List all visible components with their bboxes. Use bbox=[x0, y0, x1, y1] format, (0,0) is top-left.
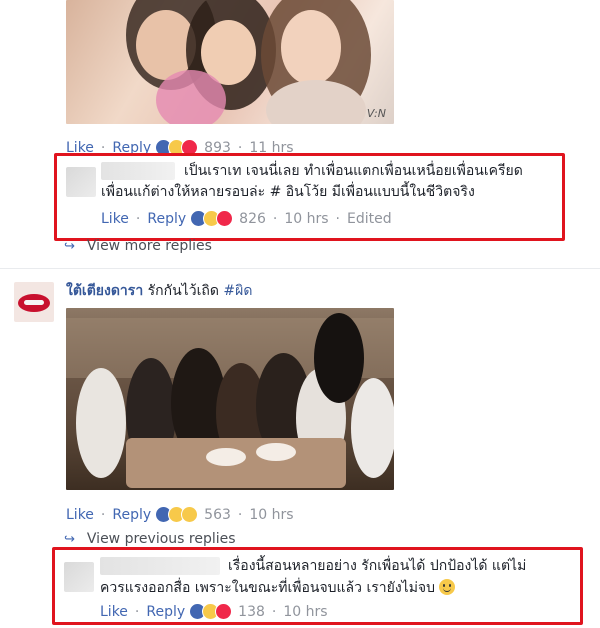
view-previous-replies[interactable]: ↪ View previous replies bbox=[64, 531, 236, 547]
photo-plate bbox=[256, 443, 296, 461]
user-avatar[interactable] bbox=[14, 282, 54, 322]
divider bbox=[0, 268, 600, 269]
reply-arrow-icon: ↪ bbox=[64, 238, 75, 254]
reply-link[interactable]: Reply bbox=[112, 507, 151, 523]
reactions[interactable] bbox=[155, 506, 199, 523]
photo-person bbox=[76, 368, 126, 478]
like-link[interactable]: Like bbox=[66, 507, 94, 523]
separator: · bbox=[100, 506, 106, 523]
post-photo-2[interactable] bbox=[66, 308, 394, 490]
teeth-icon bbox=[24, 300, 44, 305]
photo-person bbox=[314, 313, 364, 403]
user-name[interactable]: ใต้เตียงดารา bbox=[66, 283, 143, 299]
post2-header: ใต้เตียงดารา รักกันไว้เถิด #ผิด bbox=[66, 281, 252, 301]
post2-text: รักกันไว้เถิด bbox=[147, 283, 219, 299]
view-more-replies[interactable]: ↪ View more replies bbox=[64, 238, 212, 254]
highlight-box-2 bbox=[52, 547, 583, 625]
photo-watermark: V:N bbox=[366, 107, 386, 120]
post-photo-1[interactable]: V:N bbox=[66, 0, 394, 124]
reaction-count: 563 bbox=[204, 506, 231, 523]
timestamp: 10 hrs bbox=[249, 506, 294, 523]
highlight-box-1 bbox=[54, 153, 565, 241]
post2-actions: Like · Reply 563 · 10 hrs bbox=[66, 506, 294, 523]
hashtag-link[interactable]: #ผิด bbox=[223, 283, 252, 299]
photo-plate bbox=[206, 448, 246, 466]
wow-reaction-icon bbox=[181, 506, 199, 523]
reply-arrow-icon: ↪ bbox=[64, 531, 75, 547]
separator: · bbox=[237, 506, 243, 523]
photo-face bbox=[281, 10, 341, 85]
photo-pink-top bbox=[156, 70, 226, 124]
photo-person bbox=[351, 378, 394, 478]
